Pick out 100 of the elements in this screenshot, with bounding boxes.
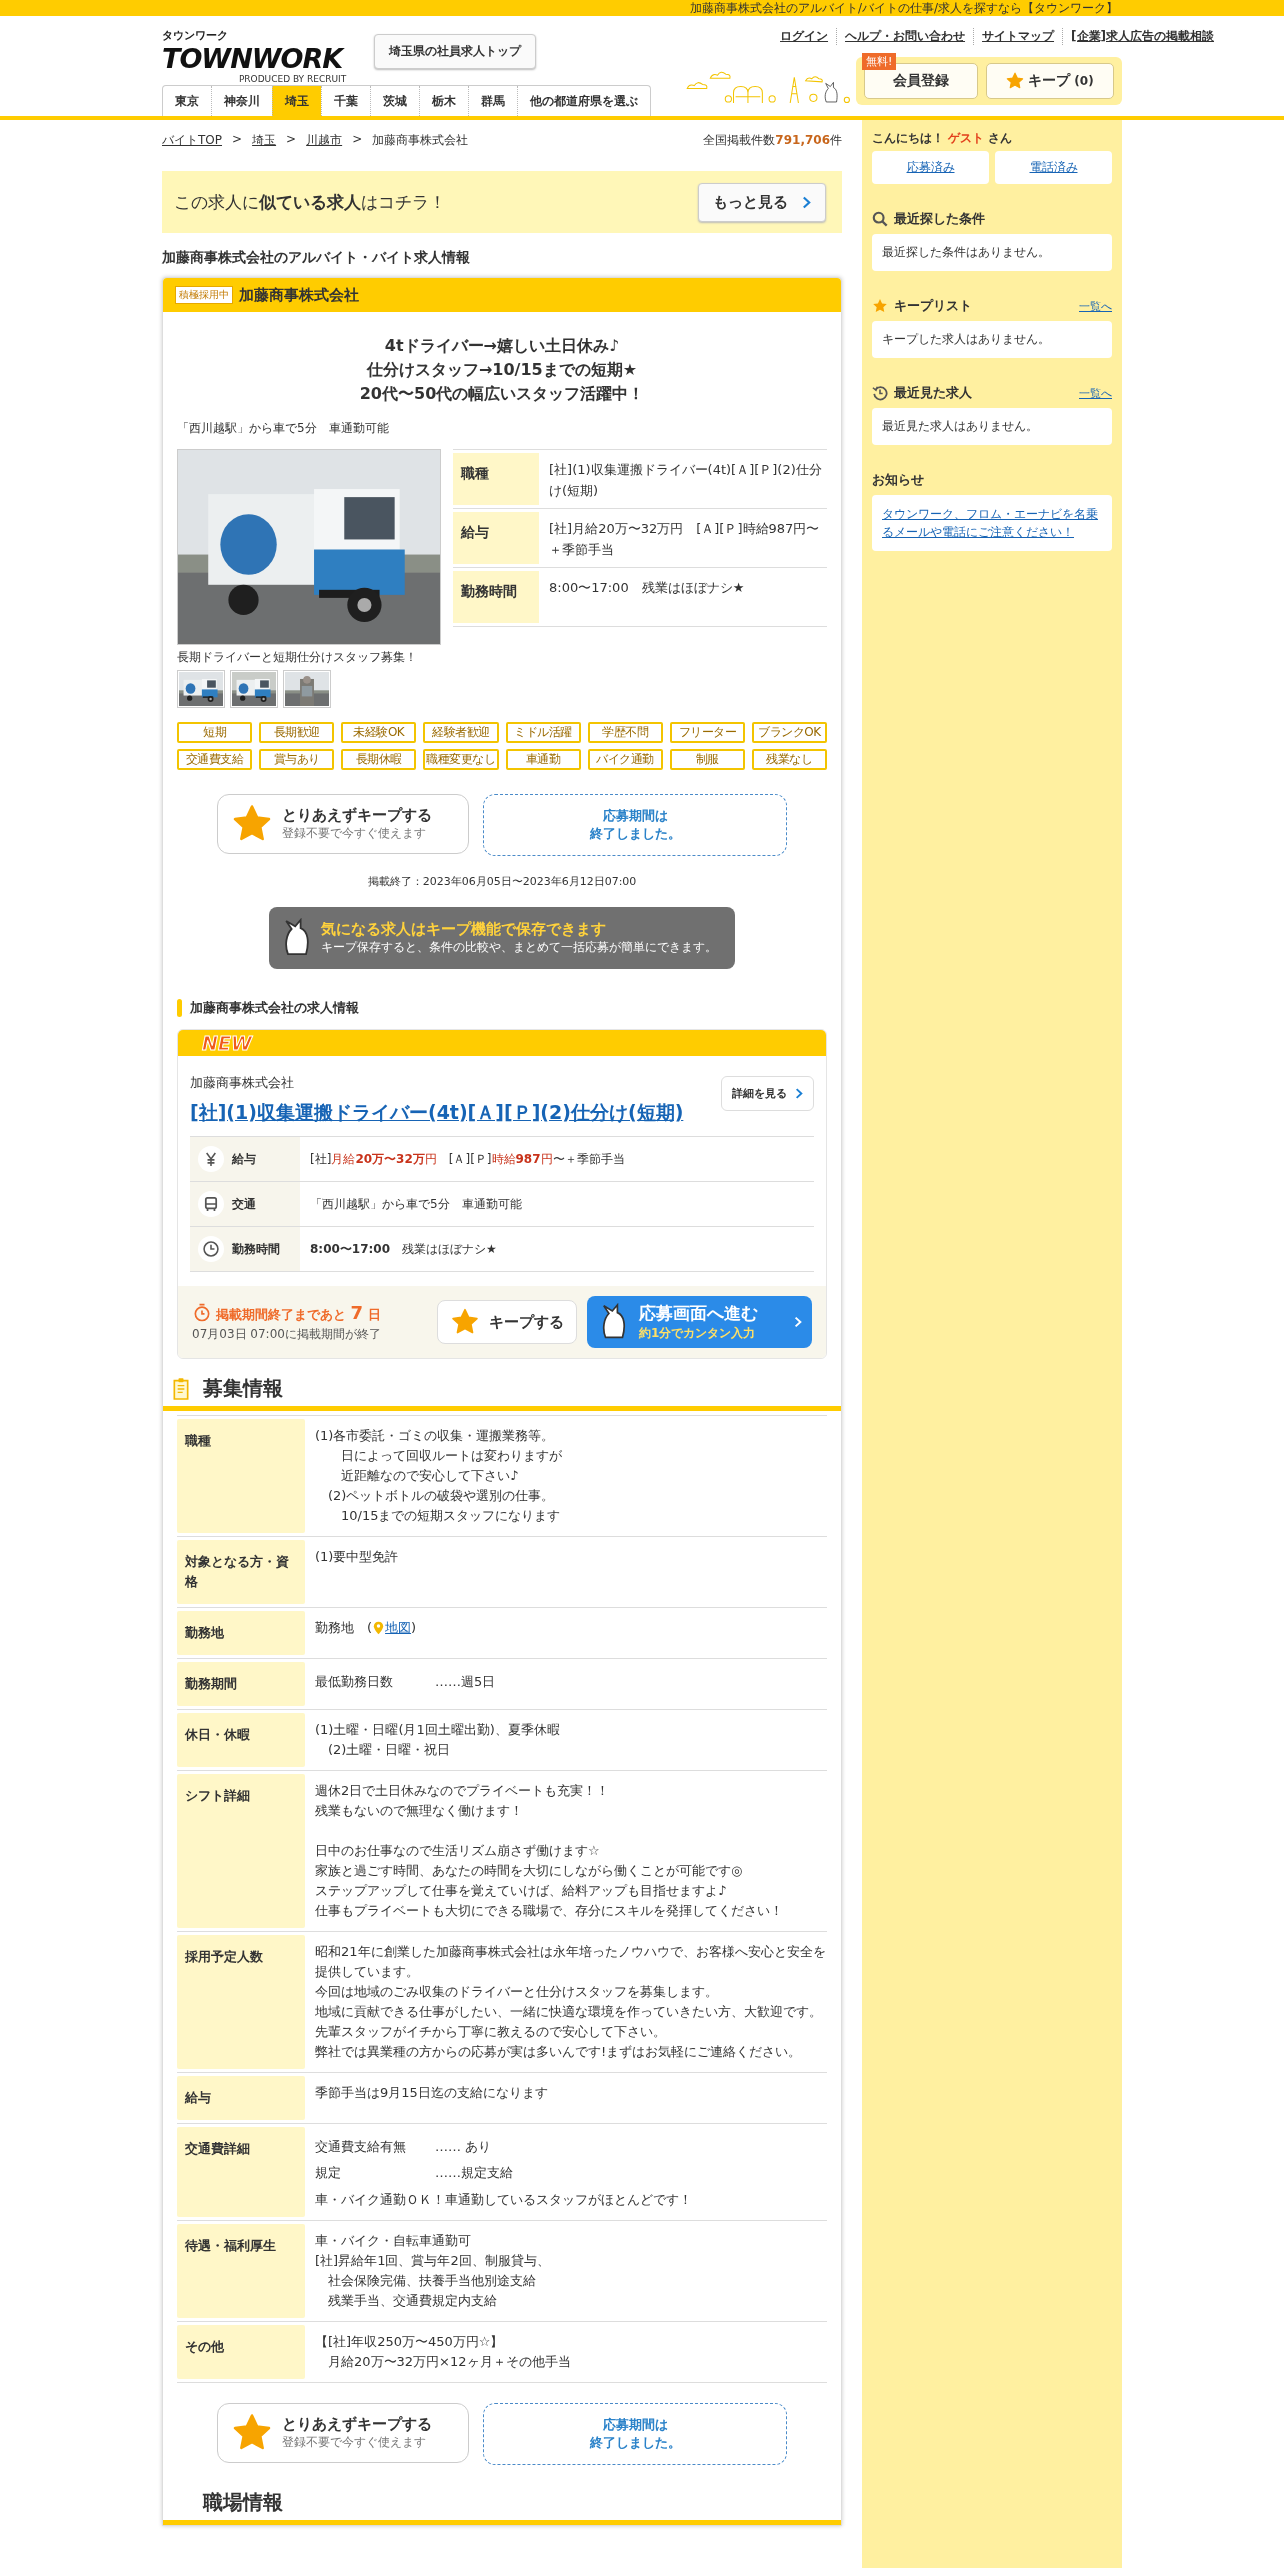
star-icon: [450, 1308, 479, 1336]
history-button[interactable]: 電話済み: [995, 151, 1112, 184]
map-link[interactable]: 地図: [385, 1618, 412, 1638]
detail-text: 車・バイク・自転車通勤可: [315, 2232, 472, 2250]
sidebar-heading: キープリスト: [894, 297, 973, 315]
feature-tag: ミドル活躍: [505, 722, 581, 743]
breadcrumb-separator: >: [232, 132, 243, 148]
keep-button[interactable]: とりあえずキープする 登録不要で今すぐ使えます: [217, 794, 469, 854]
closed-notice: 応募期間は 終了しました。: [483, 2403, 787, 2465]
breadcrumb-separator: >: [286, 132, 297, 148]
thumbnail[interactable]: [177, 670, 225, 708]
keep-button[interactable]: とりあえずキープする 登録不要で今すぐ使えます: [217, 2403, 469, 2463]
header-link[interactable]: ログイン: [772, 28, 837, 45]
detail-text: (2)土曜・日曜・祝日: [327, 1741, 452, 1759]
greeting: こんにちは！ ゲスト さん: [872, 130, 1014, 147]
row-label: 勤務時間: [232, 1240, 280, 1258]
header-link[interactable]: [企業]求人広告の掲載相談: [1062, 28, 1222, 45]
row-label: その他: [177, 2325, 305, 2379]
row-label: 職種: [177, 1419, 305, 1533]
page-tagline: 加藤商事株式会社のアルバイト/バイトの仕事/求人を探すなら【タウンワーク】: [689, 0, 1119, 16]
history-button[interactable]: 応募済み: [872, 151, 989, 184]
section-heading: 募集情報: [203, 1375, 283, 1402]
keep-button[interactable]: キープする: [437, 1300, 577, 1344]
detail-text: (2)ペットボトルの破袋や選別の仕事。: [327, 1487, 556, 1505]
row-label: 交通: [232, 1195, 256, 1213]
breadcrumb-current: 加藤商事株式会社: [372, 132, 469, 149]
feature-tag: 交通費支給: [177, 749, 253, 770]
feature-tag: 制服: [669, 749, 745, 770]
thumbnail[interactable]: [283, 670, 331, 708]
memo-icon: [171, 1376, 191, 1401]
header-link[interactable]: ヘルプ・お問い合わせ: [836, 28, 974, 45]
detail-text: 弊社では異業種の方からの応募が実は多いんです!まずはお気軽にご連絡ください。: [315, 2043, 803, 2061]
detail-text: 地域に貢献できる仕事がしたい、一緒に快適な環境を作っていきたい方、大歓迎です。: [315, 2003, 823, 2021]
prefecture-tab[interactable]: 東京: [163, 86, 211, 116]
bus-icon: [198, 1191, 224, 1217]
detail-text: 月給20万〜32万円×12ヶ月＋その他手当: [327, 2353, 572, 2371]
sidebar-heading: 最近探した条件: [894, 210, 986, 228]
detail-text: 近距離なので安心して下さい♪: [340, 1467, 520, 1485]
new-label: NEW: [202, 1032, 252, 1054]
chevron-right-icon: [802, 195, 811, 209]
clock-icon: [198, 1236, 224, 1262]
detail-text: 勤務地 (: [315, 1619, 373, 1637]
chevron-right-icon: [794, 1316, 802, 1328]
catch-copy: 20代〜50代の幅広いスタッフ活躍中！: [358, 383, 646, 405]
feature-tag: ブランクOK: [751, 722, 827, 743]
top-page-button[interactable]: 埼玉県の社員求人トップ: [374, 34, 537, 69]
feature-tag: 長期歓迎: [259, 722, 335, 743]
detail-text: 週休2日で土日休みなのでプライベートも充実！！: [315, 1782, 611, 1800]
map-pin-icon: [373, 1621, 385, 1635]
breadcrumb-link[interactable]: 川越市: [306, 132, 343, 149]
row-value: [社]月給20万〜32万円 [Ａ][Ｐ]時給987円〜＋季節手当: [309, 1150, 626, 1168]
feature-tag: 長期休暇: [341, 749, 417, 770]
detail-text: (1)各市委託・ゴミの収集・運搬業務等。: [315, 1427, 556, 1445]
detail-text: 車・バイク通勤ＯＫ！車通勤しているスタッフがほとんどです！: [315, 2191, 693, 2209]
detail-text: 日中のお仕事なので生活リズム崩さず働けます☆: [315, 1842, 601, 1860]
view-all-link[interactable]: 一覧へ: [1079, 298, 1112, 314]
detail-text: (1)土曜・日曜(月1回土曜出勤)、夏季休暇: [315, 1721, 561, 1739]
keep-button[interactable]: キープ (0): [986, 63, 1114, 99]
row-label: 交通費詳細: [177, 2127, 305, 2217]
prefecture-tab[interactable]: 埼玉: [272, 86, 321, 116]
detail-text: 先輩スタッフがイチから丁寧に教えるので安心して下さい。: [315, 2023, 667, 2041]
detail-text: 残業もないので無理なく働けます！: [315, 1802, 524, 1820]
feature-tag: 経験者歓迎: [423, 722, 499, 743]
feature-tag: 職種変更なし: [423, 749, 499, 770]
history-icon: [872, 385, 888, 401]
section-heading: 職場情報: [201, 2489, 284, 2516]
detail-text: ……規定支給: [435, 2164, 513, 2182]
promo-title: 気になる求人はキープ機能で保存できます: [321, 920, 607, 939]
catch-copy: 仕分けスタッフ→10/15までの短期★: [365, 359, 639, 381]
posting-period: 掲載終了：2023年06月05日〜2023年6月12日07:00: [366, 874, 638, 889]
logo[interactable]: タウンワーク TOWNWORK PRODUCED BY RECRUIT: [162, 30, 353, 85]
apply-button[interactable]: 応募画面へ進む 約1分でカンタン入力: [587, 1296, 812, 1348]
thumbnail[interactable]: [230, 670, 278, 708]
summary-value: 8:00〜17:00 残業はほぼナシ★: [549, 579, 746, 597]
detail-text: 今回は地域のごみ収集のドライバーと仕分けスタッフを募集します。: [315, 1983, 719, 2001]
detail-label: 交通費支給有無: [315, 2138, 407, 2156]
detail-text: ステップアップして仕事を覚えていけば、給料アップも目指せますよ♪: [315, 1882, 728, 1900]
detail-button[interactable]: 詳細を見る: [721, 1076, 814, 1111]
row-value: 8:00〜17:00 残業はほぼナシ★: [309, 1240, 498, 1258]
sidebar-heading: 最近見た求人: [894, 384, 973, 402]
feature-tag: バイク通勤: [587, 749, 663, 770]
breadcrumb-link[interactable]: 埼玉: [252, 132, 277, 149]
see-more-button[interactable]: もっと見る: [698, 182, 826, 222]
row-label: 給与: [232, 1150, 256, 1168]
detail-text: ……週5日: [435, 1673, 496, 1691]
row-label: 給与: [177, 2076, 305, 2120]
row-label: 勤務地: [177, 1611, 305, 1655]
row-label: 勤務期間: [177, 1662, 305, 1706]
breadcrumb-link[interactable]: バイトTOP: [162, 132, 222, 149]
company-name: 加藤商事株式会社: [239, 285, 359, 305]
yen-icon: [198, 1146, 224, 1172]
detail-text: (1)要中型免許: [315, 1548, 400, 1566]
feature-tag: 車通勤: [505, 749, 581, 770]
notice-link[interactable]: タウンワーク、フロム・エーナビを名乗るメールや電話にご注意ください！: [882, 505, 1102, 541]
detail-text: 【[社]年収250万〜450万円☆】: [315, 2333, 505, 2351]
row-value: 「西川越駅」から車で5分 車通勤可能: [309, 1195, 523, 1213]
view-all-link[interactable]: 一覧へ: [1079, 385, 1112, 401]
job-title-link[interactable]: [社](1)収集運搬ドライバー(4t)[Ａ][Ｐ](2)仕分け(短期): [190, 1100, 684, 1126]
detail-text: 家族と過ごす時間、あなたの時間を大切にしながら働くことが可能です◎: [315, 1862, 744, 1880]
header-link[interactable]: サイトマップ: [973, 28, 1063, 45]
